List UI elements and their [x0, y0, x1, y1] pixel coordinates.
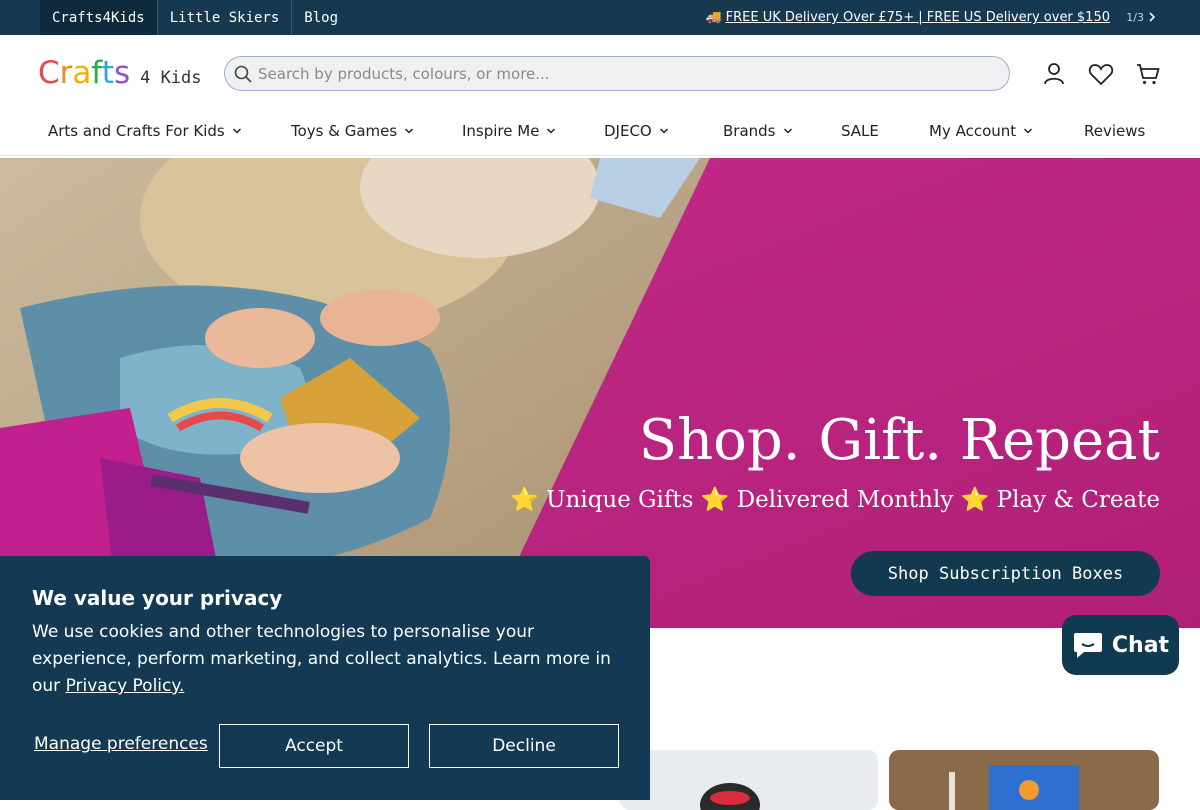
chevron-down-icon: [659, 128, 668, 134]
logo-subtitle: 4 Kids: [140, 68, 202, 88]
nav-label: Brands: [723, 122, 776, 140]
nav-item-brands[interactable]: Brands: [723, 110, 793, 152]
store-switcher: Crafts4Kids Little Skiers Blog: [40, 0, 350, 35]
nav-label: Toys & Games: [291, 122, 398, 140]
cart-icon[interactable]: [1134, 60, 1162, 88]
accept-button[interactable]: Accept: [219, 724, 409, 768]
nav-item-my-account[interactable]: My Account: [929, 110, 1033, 152]
manage-preferences-link[interactable]: Manage preferences: [34, 734, 208, 754]
shop-subscription-boxes-button[interactable]: Shop Subscription Boxes: [851, 551, 1160, 596]
nav-label: DJECO: [604, 122, 652, 140]
logo-letter: C: [38, 55, 60, 91]
cookie-consent-banner: We value your privacy We use cookies and…: [0, 556, 650, 800]
logo-letter: s: [113, 55, 131, 91]
nav-item-djeco[interactable]: DJECO: [604, 110, 669, 152]
nav-label: My Account: [929, 122, 1017, 140]
logo-wordmark: Crafts: [38, 55, 130, 91]
site-logo[interactable]: Crafts 4 Kids: [38, 55, 202, 95]
cookie-title: We value your privacy: [32, 586, 283, 610]
search-input[interactable]: [258, 64, 958, 83]
delivery-message[interactable]: FREE UK Delivery Over £75+ | FREE US Del…: [726, 10, 1110, 25]
nav-item-inspire-me[interactable]: Inspire Me: [462, 110, 556, 152]
chat-label: Chat: [1111, 632, 1170, 658]
logo-letter: a: [72, 55, 92, 91]
cookie-text: We use cookies and other technologies to…: [32, 619, 622, 700]
announcement-bar: Crafts4Kids Little Skiers Blog 🚚 FREE UK…: [0, 0, 1200, 35]
logo-letter: f: [91, 55, 102, 91]
delivery-announcement[interactable]: 🚚 FREE UK Delivery Over £75+ | FREE US D…: [705, 0, 1110, 35]
nav-item-reviews[interactable]: Reviews: [1084, 110, 1145, 152]
logo-letter: r: [59, 55, 73, 91]
privacy-policy-link[interactable]: Privacy Policy.: [66, 676, 185, 696]
store-tab-little-skiers[interactable]: Little Skiers: [158, 0, 293, 35]
nav-label: Arts and Crafts For Kids: [48, 122, 225, 140]
nav-item-arts-and-crafts[interactable]: Arts and Crafts For Kids: [48, 110, 242, 152]
search-bar[interactable]: [224, 56, 1010, 91]
nav-item-toys-games[interactable]: Toys & Games: [291, 110, 414, 152]
hero-title: Shop. Gift. Repeat: [638, 408, 1160, 473]
decline-button[interactable]: Decline: [429, 724, 619, 768]
product-card-image: [700, 783, 760, 810]
account-icon[interactable]: [1040, 60, 1068, 88]
chevron-down-icon: [783, 128, 792, 134]
hero-subtitle: ⭐ Unique Gifts ⭐ Delivered Monthly ⭐ Pla…: [510, 487, 1160, 513]
nav-label: SALE: [841, 122, 879, 140]
product-card[interactable]: [620, 750, 878, 810]
store-tab-blog[interactable]: Blog: [292, 0, 350, 35]
pager-count: 1/3: [1126, 11, 1144, 24]
logo-letter: t: [101, 55, 114, 91]
nav-label: Inspire Me: [462, 122, 540, 140]
chat-bubble-icon: [1073, 633, 1102, 658]
chevron-down-icon: [1024, 128, 1033, 134]
chevron-down-icon: [547, 128, 556, 134]
product-card[interactable]: [889, 750, 1159, 810]
product-card-image: [949, 765, 1079, 810]
search-icon: [234, 65, 252, 83]
wishlist-heart-icon[interactable]: [1087, 60, 1115, 88]
announcement-pager: 1/3: [1126, 0, 1156, 35]
main-navigation: Arts and Crafts For Kids Toys & Games In…: [0, 110, 1200, 156]
nav-label: Reviews: [1084, 122, 1146, 140]
store-tab-crafts4kids[interactable]: Crafts4Kids: [40, 0, 158, 35]
chevron-down-icon: [232, 128, 241, 134]
chevron-down-icon: [405, 128, 414, 134]
chat-button[interactable]: Chat: [1062, 615, 1179, 675]
chevron-right-icon[interactable]: [1148, 11, 1156, 25]
nav-item-sale[interactable]: SALE: [841, 110, 879, 152]
truck-icon: 🚚: [705, 10, 722, 25]
